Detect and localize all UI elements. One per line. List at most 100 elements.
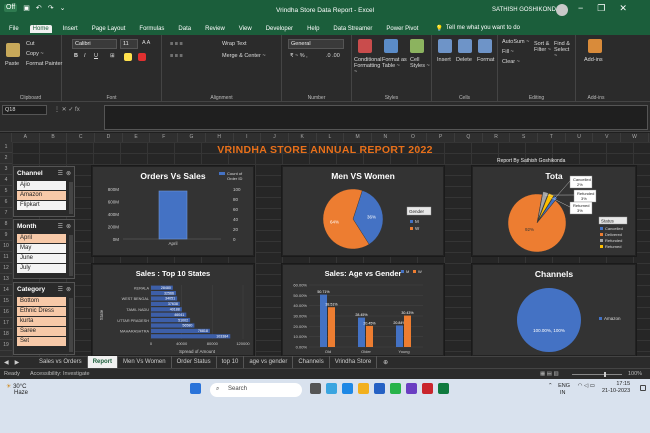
tab-home[interactable]: Home xyxy=(29,24,52,33)
tab-page-layout[interactable]: Page Layout xyxy=(89,25,129,33)
age-vs-gender-chart[interactable]: Sales: Age vs Gender 60.00% 50.00% 40.00% 3… xyxy=(282,264,444,356)
column-header[interactable]: G xyxy=(178,133,206,142)
row-header[interactable]: 11 xyxy=(0,252,12,263)
tab-file[interactable]: File xyxy=(6,25,22,33)
slicer-item-may[interactable]: May xyxy=(17,244,66,253)
format-table-button[interactable]: Format as Table ~ xyxy=(382,57,408,69)
slicer-item-ajio[interactable]: Ajio xyxy=(17,181,66,190)
system-tray[interactable]: ⌃ ENG IN ◠ ◁ ▭ xyxy=(548,383,595,396)
conditional-format-button[interactable]: Conditional Formatting ~ xyxy=(354,57,382,75)
merge-center-button[interactable]: Merge & Center ~ xyxy=(222,53,266,59)
tab-data-streamer[interactable]: Data Streamer xyxy=(330,25,375,33)
row-header[interactable]: 2 xyxy=(0,153,12,164)
delete-cells-icon[interactable] xyxy=(458,39,472,53)
column-header[interactable]: W xyxy=(621,133,649,142)
bar[interactable] xyxy=(396,325,403,347)
minimize-button[interactable]: − xyxy=(578,3,583,14)
add-sheet-icon[interactable]: ⊕ xyxy=(383,359,388,366)
format-table-icon[interactable] xyxy=(384,39,398,53)
format-button[interactable]: Format xyxy=(477,57,494,63)
row-header[interactable]: 7 xyxy=(0,208,12,219)
tab-formulas[interactable]: Formulas xyxy=(136,25,167,33)
formula-input[interactable] xyxy=(104,105,648,130)
slicer-item-kurta[interactable]: kurta xyxy=(17,317,66,326)
pie-slice[interactable] xyxy=(507,193,567,253)
cell-styles-icon[interactable] xyxy=(410,39,424,53)
row-header[interactable]: 3 xyxy=(0,164,12,175)
bold-button[interactable]: B xyxy=(74,53,78,59)
column-header[interactable]: C xyxy=(67,133,96,142)
cell-styles-button[interactable]: Cell Styles ~ xyxy=(410,57,432,69)
zoom-level[interactable]: 100% xyxy=(628,371,642,377)
slicer-item-bottom[interactable]: Bottom xyxy=(17,297,66,306)
italic-button[interactable]: I xyxy=(84,53,86,59)
row-header[interactable]: 13 xyxy=(0,274,12,285)
column-header[interactable]: J xyxy=(261,133,289,142)
tab-developer[interactable]: Developer xyxy=(263,25,296,33)
accessibility-status[interactable]: Accessibility: Investigate xyxy=(30,371,90,377)
name-box[interactable]: Q18 xyxy=(2,105,47,115)
avatar[interactable] xyxy=(556,4,568,16)
clear-button[interactable]: Clear ~ xyxy=(502,59,520,65)
row-header[interactable]: 9 xyxy=(0,230,12,241)
row-header[interactable]: 16 xyxy=(0,307,12,318)
bar[interactable] xyxy=(328,307,335,347)
tab-power-pivot[interactable]: Power Pivot xyxy=(383,25,421,33)
slicer-item-flipkart[interactable]: Flipkart xyxy=(17,201,66,210)
format-cells-icon[interactable] xyxy=(478,39,492,53)
row-header[interactable]: 1 xyxy=(0,142,12,153)
currency-icon[interactable]: ₹ ~ % , xyxy=(290,53,308,59)
weather-widget[interactable]: ☀ 30°C Haze xyxy=(6,383,28,396)
bar[interactable] xyxy=(158,190,188,240)
month-slicer[interactable]: Month ☰ ⊗ April May June July xyxy=(13,219,75,279)
file-explorer-icon[interactable] xyxy=(358,383,369,394)
slicer-item-saree[interactable]: Saree xyxy=(17,327,66,336)
clock[interactable]: 17:15 21-10-2023 xyxy=(602,381,630,395)
notification-icon[interactable] xyxy=(640,385,646,391)
align-top-icon[interactable]: ≡ ≡ ≡ xyxy=(170,41,183,47)
channel-slicer[interactable]: Channel ☰ ⊗ Ajio Amazon Flipkart xyxy=(13,166,75,217)
borders-icon[interactable]: ⊞ xyxy=(110,53,115,59)
column-header[interactable]: B xyxy=(40,133,68,142)
chrome-icon[interactable] xyxy=(390,383,401,394)
wifi-icon[interactable]: ◠ xyxy=(578,383,583,389)
language-label[interactable]: ENG xyxy=(558,383,570,389)
row-header[interactable]: 12 xyxy=(0,263,12,274)
clear-filter-icon[interactable]: ⊗ xyxy=(66,170,71,177)
bar[interactable] xyxy=(366,325,373,347)
start-icon[interactable] xyxy=(190,383,201,394)
tell-me-box[interactable]: 💡 Tell me what you want to do xyxy=(435,25,520,32)
font-size-select[interactable]: 11 xyxy=(120,39,138,49)
insert-cells-icon[interactable] xyxy=(438,39,452,53)
row-header[interactable]: 6 xyxy=(0,197,12,208)
tab-help[interactable]: Help xyxy=(304,25,322,33)
column-header[interactable]: E xyxy=(123,133,151,142)
restore-button[interactable]: ❐ xyxy=(597,3,605,14)
fill-button[interactable]: Fill ~ xyxy=(502,49,514,55)
conditional-format-icon[interactable] xyxy=(358,39,372,53)
column-header[interactable]: T xyxy=(538,133,566,142)
slicer-scrollbar[interactable] xyxy=(69,235,73,276)
font-name-select[interactable]: Calibri xyxy=(72,39,117,49)
slicer-scrollbar[interactable] xyxy=(69,298,73,352)
clear-filter-icon[interactable]: ⊗ xyxy=(66,223,71,230)
column-header[interactable]: K xyxy=(289,133,317,142)
tab-view[interactable]: View xyxy=(236,25,255,33)
zoom-slider[interactable] xyxy=(572,372,622,377)
decimal-icon[interactable]: .0 .00 xyxy=(326,53,340,59)
widgets-icon[interactable] xyxy=(326,383,337,394)
align-left-icon[interactable]: ≡ ≡ ≡ xyxy=(170,53,183,59)
app-icon[interactable] xyxy=(422,383,433,394)
next-sheet-icon[interactable]: ▶ xyxy=(15,359,20,366)
pie-slice[interactable] xyxy=(517,288,581,352)
column-header[interactable]: S xyxy=(510,133,539,142)
column-header[interactable]: A xyxy=(12,133,40,142)
delete-button[interactable]: Delete xyxy=(456,57,472,63)
bar[interactable] xyxy=(404,315,411,347)
search-box[interactable]: ⌕ Search xyxy=(210,383,302,397)
fill-color-icon[interactable] xyxy=(124,53,132,61)
row-header[interactable]: 8 xyxy=(0,219,12,230)
addins-icon[interactable] xyxy=(588,39,602,53)
find-select-button[interactable]: Find & Select ~ xyxy=(554,41,574,59)
copy-button[interactable]: Copy ~ xyxy=(26,51,44,57)
